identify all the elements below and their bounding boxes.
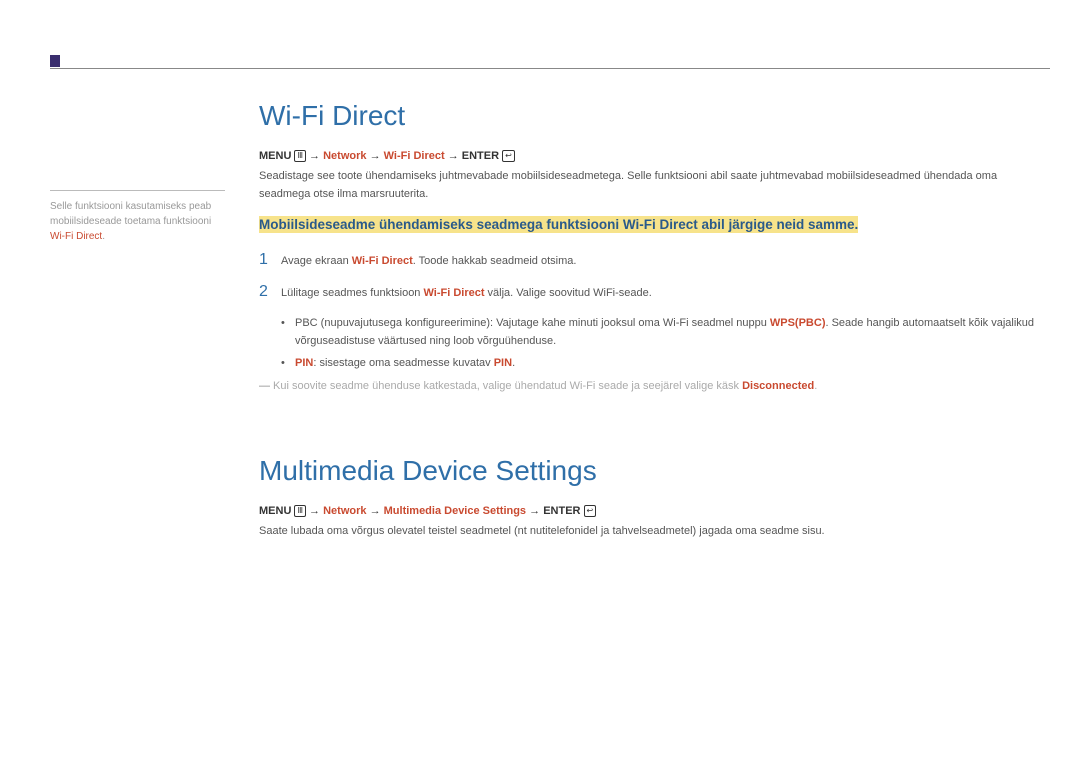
menu-icon: Ⅲ: [294, 150, 306, 162]
menu-p1: Network: [323, 505, 366, 517]
section1-highlight: Mobiilsideseadme ühendamiseks seadmega f…: [259, 216, 858, 233]
sub2-red1: PIN: [295, 357, 313, 369]
step-2-text: Lülitage seadmes funktsioon Wi-Fi Direct…: [281, 287, 652, 299]
section1-intro: Seadistage see toote ühendamiseks juhtme…: [259, 168, 1050, 203]
menu-p2: Multimedia Device Settings: [384, 505, 526, 517]
sub1-text: PBC (nupuvajutusega konfigureerimine): V…: [295, 315, 1050, 350]
side-note-red: Wi-Fi Direct: [50, 231, 102, 242]
section2-menu-path: MENU Ⅲ → Network → Multimedia Device Set…: [259, 505, 1050, 517]
sub1-red: WPS(PBC): [770, 317, 826, 329]
highlight-wrap: Mobiilsideseadme ühendamiseks seadmega f…: [259, 215, 1050, 235]
step2-pre: Lülitage seadmes funktsioon: [281, 287, 423, 299]
side-note: Selle funktsiooni kasutamiseks peab mobi…: [50, 190, 225, 244]
step-1-num: 1: [259, 251, 281, 269]
enter-label: ENTER: [462, 150, 499, 162]
sub2-mid: : sisestage oma seadmesse kuvatav: [313, 357, 493, 369]
bullet-icon: •: [281, 315, 295, 350]
sub2-text: PIN: sisestage oma seadmesse kuvatav PIN…: [295, 355, 515, 373]
step-1-text: Avage ekraan Wi-Fi Direct. Toode hakkab …: [281, 255, 576, 267]
menu-p1: Network: [323, 150, 366, 162]
enter-icon: ↩: [584, 505, 597, 517]
footnote-tail: .: [814, 380, 817, 392]
header-accent-block: [50, 55, 60, 67]
menu-label: MENU: [259, 505, 291, 517]
step2-red: Wi-Fi Direct: [423, 287, 484, 299]
step1-red: Wi-Fi Direct: [352, 255, 413, 267]
main-content: Wi-Fi Direct MENU Ⅲ → Network → Wi-Fi Di…: [259, 100, 1050, 552]
arrow: →: [309, 150, 320, 162]
side-note-tail: .: [102, 231, 105, 242]
arrow: →: [309, 505, 320, 517]
section1-title: Wi-Fi Direct: [259, 100, 1050, 132]
step-2: 2 Lülitage seadmes funktsioon Wi-Fi Dire…: [259, 283, 1050, 301]
menu-icon: Ⅲ: [294, 505, 306, 517]
section1-menu-path: MENU Ⅲ → Network → Wi-Fi Direct → ENTER …: [259, 150, 1050, 162]
sub-item-1: • PBC (nupuvajutusega konfigureerimine):…: [281, 315, 1050, 350]
arrow: →: [370, 505, 381, 517]
sub2-tail: .: [512, 357, 515, 369]
footnote: ― Kui soovite seadme ühenduse katkestada…: [259, 378, 1050, 395]
sub-list: • PBC (nupuvajutusega konfigureerimine):…: [281, 315, 1050, 372]
side-note-text: Selle funktsiooni kasutamiseks peab mobi…: [50, 201, 211, 227]
section2-title: Multimedia Device Settings: [259, 455, 1050, 487]
sub2-red2: PIN: [494, 357, 512, 369]
header-rule: [50, 68, 1050, 69]
menu-label: MENU: [259, 150, 291, 162]
sub1-pre: PBC (nupuvajutusega konfigureerimine): V…: [295, 317, 770, 329]
section2: Multimedia Device Settings MENU Ⅲ → Netw…: [259, 455, 1050, 541]
footnote-dash: ―: [259, 380, 270, 392]
step2-post: välja. Valige soovitud WiFi-seade.: [485, 287, 652, 299]
footnote-pre: Kui soovite seadme ühenduse katkestada, …: [270, 380, 742, 392]
step-2-num: 2: [259, 283, 281, 301]
section2-body: Saate lubada oma võrgus olevatel teistel…: [259, 523, 1050, 541]
arrow: →: [370, 150, 381, 162]
bullet-icon: •: [281, 355, 295, 373]
step-1: 1 Avage ekraan Wi-Fi Direct. Toode hakka…: [259, 251, 1050, 269]
footnote-red: Disconnected: [742, 380, 814, 392]
step1-post: . Toode hakkab seadmeid otsima.: [413, 255, 577, 267]
menu-p2: Wi-Fi Direct: [384, 150, 445, 162]
arrow: →: [448, 150, 459, 162]
step1-pre: Avage ekraan: [281, 255, 352, 267]
arrow: →: [529, 505, 540, 517]
sub-item-2: • PIN: sisestage oma seadmesse kuvatav P…: [281, 355, 1050, 373]
enter-label: ENTER: [543, 505, 580, 517]
enter-icon: ↩: [502, 150, 515, 162]
